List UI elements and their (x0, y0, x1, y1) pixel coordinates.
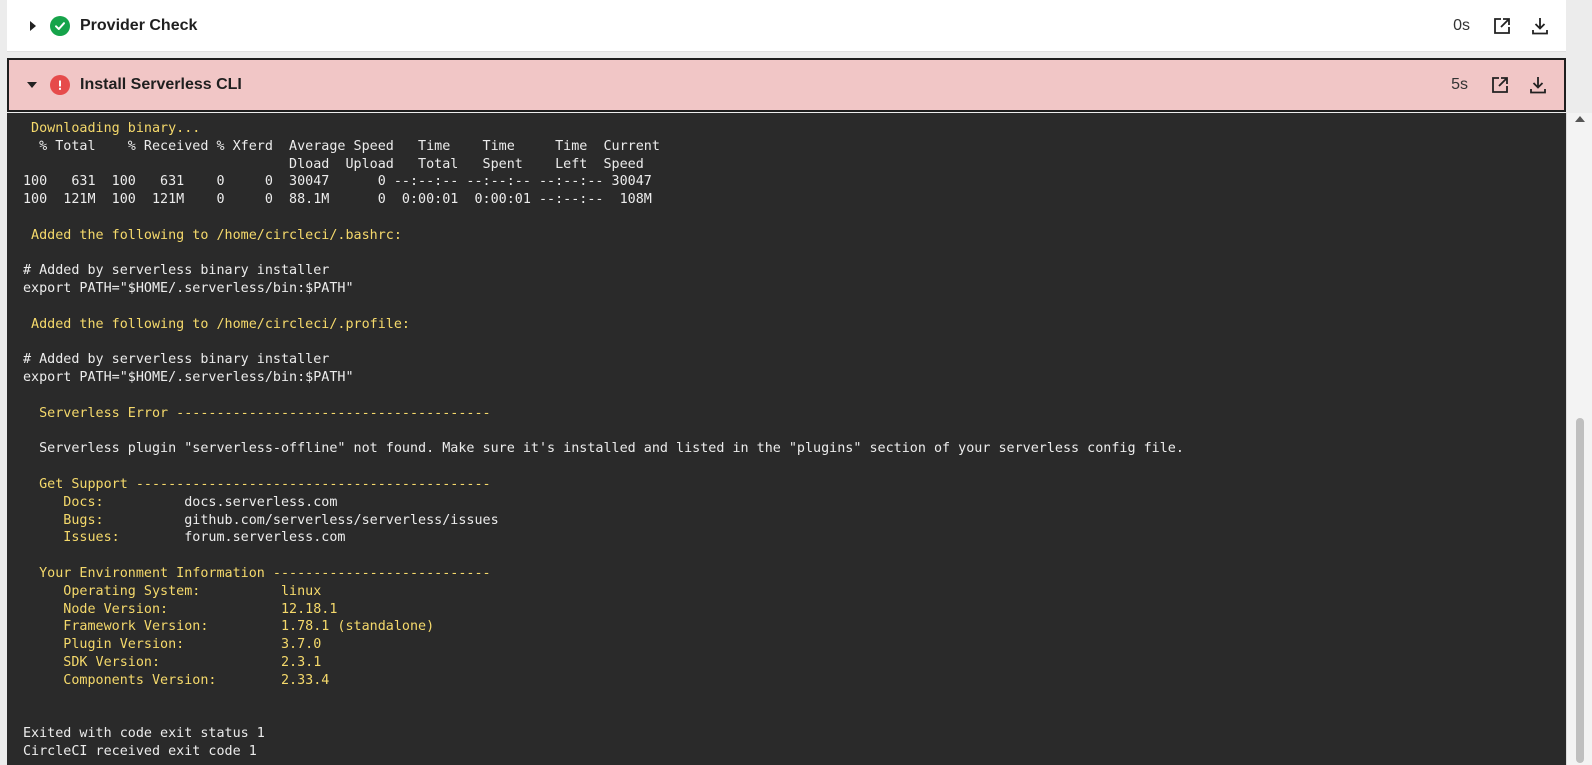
log-line: Your Environment Information -----------… (23, 565, 491, 581)
external-link-icon[interactable] (1490, 14, 1514, 38)
log-line: Added the following to /home/circleci/.p… (23, 316, 410, 332)
external-link-icon[interactable] (1488, 73, 1512, 97)
log-value: docs.serverless.com (184, 494, 338, 510)
log-value: forum.serverless.com (184, 530, 346, 546)
log-value: github.com/serverless/serverless/issues (184, 512, 499, 528)
log-line: # Added by serverless binary installer (23, 263, 330, 279)
log-label: Bugs: (23, 512, 185, 528)
log-line: Components Version: 2.33.4 (23, 672, 330, 688)
scrollbar-thumb[interactable] (1576, 418, 1584, 763)
log-line: Plugin Version: 3.7.0 (23, 637, 322, 653)
log-line: SDK Version: 2.3.1 (23, 654, 322, 670)
download-icon[interactable] (1528, 14, 1552, 38)
log-line: export PATH="$HOME/.serverless/bin:$PATH… (23, 370, 354, 386)
log-line: Serverless plugin "serverless-offline" n… (23, 441, 1184, 457)
scroll-up-arrow-icon[interactable] (1575, 116, 1585, 122)
log-line: Added the following to /home/circleci/.b… (23, 227, 402, 243)
log-line: Dload Upload Total Spent Left Speed (23, 156, 644, 172)
log-line: Bugs: github.com/serverless/serverless/i… (23, 512, 1566, 530)
download-icon[interactable] (1526, 73, 1550, 97)
step-output-terminal[interactable]: Downloading binary... % Total % Received… (7, 113, 1566, 765)
log-line: export PATH="$HOME/.serverless/bin:$PATH… (23, 281, 354, 297)
log-line: Framework Version: 1.78.1 (standalone) (23, 619, 435, 635)
step-title: Install Serverless CLI (80, 76, 242, 93)
vertical-scrollbar[interactable] (1566, 113, 1592, 765)
log-label: Docs: (23, 494, 185, 510)
log-line: Serverless Error -----------------------… (23, 405, 491, 421)
log-line: Get Support ----------------------------… (23, 476, 491, 492)
check-circle-icon (50, 15, 70, 36)
log-line: Operating System: linux (23, 583, 322, 599)
log-output: Downloading binary... % Total % Received… (7, 113, 1566, 761)
exclamation-circle-icon (50, 75, 70, 95)
log-line: Node Version: 12.18.1 (23, 601, 338, 617)
log-line: CircleCI received exit code 1 (23, 743, 257, 759)
step-install-serverless-cli[interactable]: Install Serverless CLI 5s (7, 58, 1566, 112)
log-line: 100 121M 100 121M 0 0 88.1M 0 0:00:01 0:… (23, 192, 652, 208)
log-line: % Total % Received % Xferd Average Speed… (23, 138, 660, 154)
caret-down-icon[interactable] (27, 82, 37, 88)
log-line: # Added by serverless binary installer (23, 352, 330, 368)
log-line: 100 631 100 631 0 0 30047 0 --:--:-- --:… (23, 174, 652, 190)
caret-right-icon[interactable] (30, 20, 36, 31)
log-line: Docs: docs.serverless.com (23, 494, 1566, 512)
step-duration: 0s (1453, 16, 1470, 34)
step-duration: 5s (1451, 76, 1468, 93)
log-line: Downloading binary... (23, 121, 201, 136)
log-line: Issues: forum.serverless.com (23, 529, 1566, 547)
step-title: Provider Check (80, 16, 198, 34)
log-line: Exited with code exit status 1 (23, 726, 265, 742)
step-provider-check[interactable]: Provider Check 0s (7, 0, 1566, 52)
log-label: Issues: (23, 530, 185, 546)
